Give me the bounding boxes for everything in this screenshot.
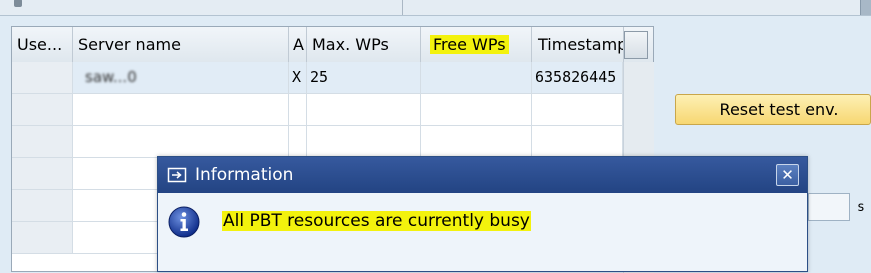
cell-timestamp[interactable]: 635826445 (532, 62, 623, 93)
cell-empty[interactable] (73, 94, 289, 125)
cell-empty[interactable] (307, 126, 421, 157)
dialog-message: All PBT resources are currently busy (222, 209, 531, 233)
column-header-max-wps-label: Max. WPs (312, 35, 389, 54)
cell-use[interactable] (12, 62, 73, 93)
column-header-a[interactable]: A (289, 27, 307, 62)
cell-empty[interactable] (12, 222, 73, 253)
cell-empty[interactable] (532, 94, 623, 125)
top-toolbar (0, 0, 871, 16)
table-row[interactable]: saw...0 X 25 635826445 (12, 62, 653, 94)
window-menu-icon[interactable] (167, 167, 187, 183)
column-header-server-name[interactable]: Server name (73, 27, 289, 62)
seconds-unit-label: s (857, 200, 865, 215)
cell-empty[interactable] (12, 158, 73, 189)
info-icon (168, 206, 200, 238)
column-header-free-wps[interactable]: Free WPs (421, 27, 532, 62)
dialog-title: Information (195, 165, 294, 185)
cell-empty[interactable] (421, 94, 532, 125)
toolbar-separator (402, 0, 403, 15)
cell-empty[interactable] (12, 126, 73, 157)
information-dialog: Information ✕ All PBT resources are curr… (157, 156, 808, 272)
cell-empty[interactable] (289, 94, 307, 125)
table-header: Use... Server name A Max. WPs Free WPs T… (12, 27, 653, 63)
cell-server-name[interactable]: saw...0 (73, 62, 289, 93)
table-row-empty[interactable] (12, 126, 653, 158)
column-header-use[interactable]: Use... (12, 27, 73, 62)
close-icon[interactable]: ✕ (776, 164, 799, 186)
cell-server-name-text: saw...0 (85, 68, 137, 86)
seconds-input[interactable] (808, 193, 850, 221)
column-header-server-name-label: Server name (78, 35, 181, 54)
cell-empty[interactable] (307, 94, 421, 125)
cell-empty[interactable] (289, 126, 307, 157)
toolbar-corner-scroll[interactable] (860, 0, 871, 15)
reset-test-env-button[interactable]: Reset test env. (675, 94, 871, 125)
cell-empty[interactable] (12, 94, 73, 125)
column-header-a-label: A (293, 35, 304, 54)
column-header-timestamp-label: Timestamp (538, 35, 624, 54)
dialog-title-bar[interactable]: Information ✕ (158, 157, 807, 193)
cell-a[interactable]: X (289, 62, 307, 93)
column-header-timestamp[interactable]: Timestamp (532, 27, 624, 62)
toolbar-handle-icon[interactable] (14, 0, 22, 7)
column-header-max-wps[interactable]: Max. WPs (307, 27, 421, 62)
cell-max-wps[interactable]: 25 (307, 62, 421, 93)
dialog-message-text: All PBT resources are currently busy (222, 211, 531, 231)
column-header-use-label: Use... (17, 35, 63, 54)
table-row-empty[interactable] (12, 94, 653, 126)
column-header-free-wps-label: Free WPs (430, 35, 509, 54)
cell-empty[interactable] (421, 126, 532, 157)
dialog-body: All PBT resources are currently busy (158, 193, 807, 271)
cell-empty[interactable] (12, 190, 73, 221)
cell-free-wps[interactable] (421, 62, 532, 93)
cell-empty[interactable] (73, 126, 289, 157)
cell-empty[interactable] (532, 126, 623, 157)
table-settings-button[interactable] (624, 31, 648, 59)
